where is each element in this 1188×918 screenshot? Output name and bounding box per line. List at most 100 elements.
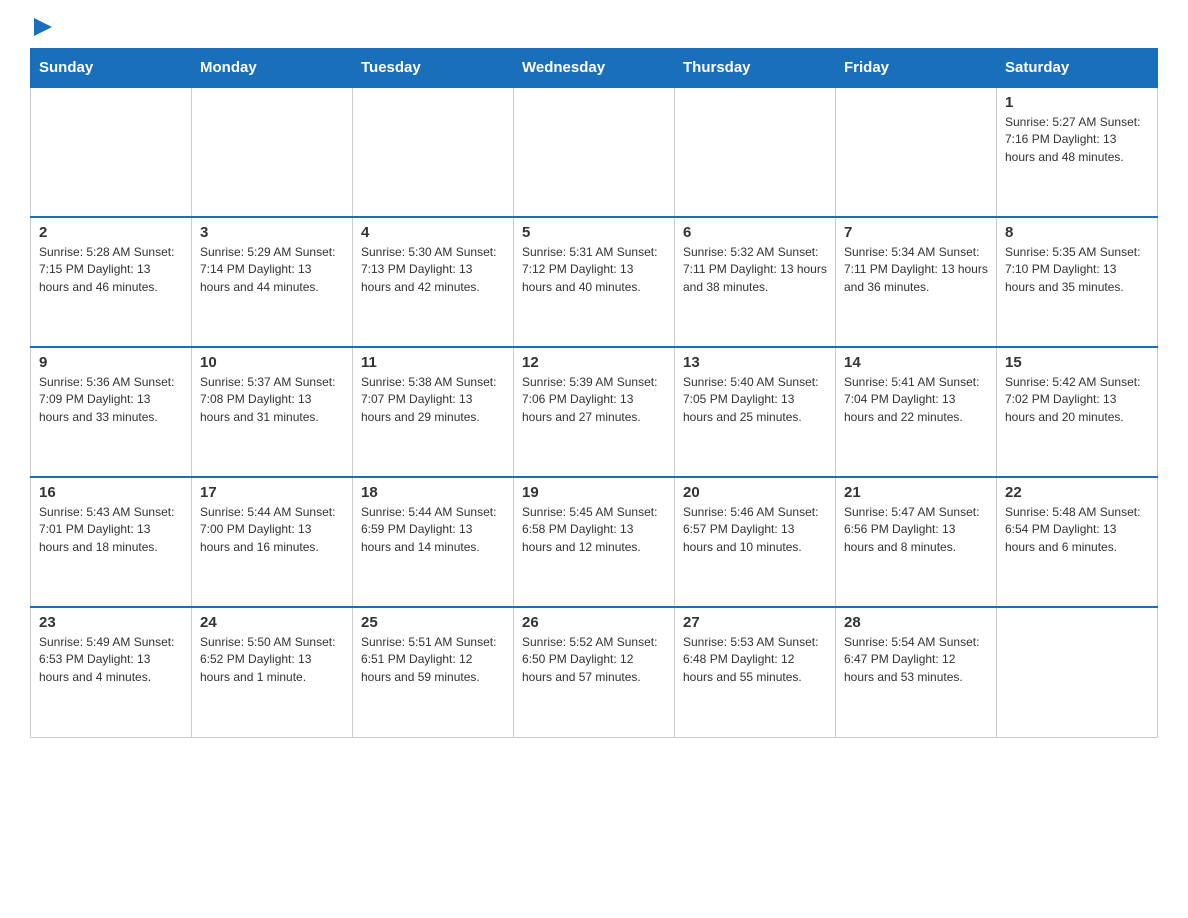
day-number: 16 [39, 484, 183, 501]
day-number: 23 [39, 614, 183, 631]
calendar-cell: 1 Sunrise: 5:27 AM Sunset: 7:16 PM Daylig… [997, 87, 1158, 217]
day-number: 1 [1005, 94, 1149, 111]
calendar-cell: 27 Sunrise: 5:53 AM Sunset: 6:48 PM Dayli… [675, 607, 836, 737]
day-number: 22 [1005, 484, 1149, 501]
day-number: 14 [844, 354, 988, 371]
day-info: Sunrise: 5:39 AM Sunset: 7:06 PM Dayligh… [522, 374, 666, 426]
day-number: 6 [683, 224, 827, 241]
calendar-cell: 6 Sunrise: 5:32 AM Sunset: 7:11 PM Daylig… [675, 217, 836, 347]
calendar-week-2: 2 Sunrise: 5:28 AM Sunset: 7:15 PM Daylig… [31, 217, 1158, 347]
day-info: Sunrise: 5:36 AM Sunset: 7:09 PM Dayligh… [39, 374, 183, 426]
day-number: 5 [522, 224, 666, 241]
calendar-week-4: 16 Sunrise: 5:43 AM Sunset: 7:01 PM Dayli… [31, 477, 1158, 607]
weekday-header-tuesday: Tuesday [353, 49, 514, 88]
day-number: 26 [522, 614, 666, 631]
day-info: Sunrise: 5:31 AM Sunset: 7:12 PM Dayligh… [522, 244, 666, 296]
calendar-cell: 12 Sunrise: 5:39 AM Sunset: 7:06 PM Dayli… [514, 347, 675, 477]
weekday-header-friday: Friday [836, 49, 997, 88]
day-number: 28 [844, 614, 988, 631]
day-number: 10 [200, 354, 344, 371]
day-info: Sunrise: 5:52 AM Sunset: 6:50 PM Dayligh… [522, 634, 666, 686]
day-number: 27 [683, 614, 827, 631]
calendar-cell: 21 Sunrise: 5:47 AM Sunset: 6:56 PM Dayli… [836, 477, 997, 607]
calendar-week-1: 1 Sunrise: 5:27 AM Sunset: 7:16 PM Daylig… [31, 87, 1158, 217]
day-number: 9 [39, 354, 183, 371]
day-info: Sunrise: 5:35 AM Sunset: 7:10 PM Dayligh… [1005, 244, 1149, 296]
day-number: 7 [844, 224, 988, 241]
logo-triangle-icon [34, 18, 52, 36]
day-number: 21 [844, 484, 988, 501]
day-info: Sunrise: 5:30 AM Sunset: 7:13 PM Dayligh… [361, 244, 505, 296]
weekday-header-wednesday: Wednesday [514, 49, 675, 88]
day-info: Sunrise: 5:49 AM Sunset: 6:53 PM Dayligh… [39, 634, 183, 686]
day-number: 13 [683, 354, 827, 371]
calendar-cell [192, 87, 353, 217]
calendar-cell: 9 Sunrise: 5:36 AM Sunset: 7:09 PM Daylig… [31, 347, 192, 477]
calendar-cell: 3 Sunrise: 5:29 AM Sunset: 7:14 PM Daylig… [192, 217, 353, 347]
day-number: 11 [361, 354, 505, 371]
day-info: Sunrise: 5:32 AM Sunset: 7:11 PM Dayligh… [683, 244, 827, 296]
calendar-cell: 17 Sunrise: 5:44 AM Sunset: 7:00 PM Dayli… [192, 477, 353, 607]
day-info: Sunrise: 5:41 AM Sunset: 7:04 PM Dayligh… [844, 374, 988, 426]
day-number: 8 [1005, 224, 1149, 241]
calendar-cell: 15 Sunrise: 5:42 AM Sunset: 7:02 PM Dayli… [997, 347, 1158, 477]
calendar-cell: 8 Sunrise: 5:35 AM Sunset: 7:10 PM Daylig… [997, 217, 1158, 347]
calendar-cell: 23 Sunrise: 5:49 AM Sunset: 6:53 PM Dayli… [31, 607, 192, 737]
page-header [30, 20, 1158, 38]
weekday-header-row: SundayMondayTuesdayWednesdayThursdayFrid… [31, 49, 1158, 88]
calendar-cell: 18Sunrise: 5:44 AM Sunset: 6:59 PM Dayli… [353, 477, 514, 607]
day-info: Sunrise: 5:50 AM Sunset: 6:52 PM Dayligh… [200, 634, 344, 686]
calendar-cell: 25 Sunrise: 5:51 AM Sunset: 6:51 PM Dayli… [353, 607, 514, 737]
day-number: 19 [522, 484, 666, 501]
day-info: Sunrise: 5:54 AM Sunset: 6:47 PM Dayligh… [844, 634, 988, 686]
calendar-cell: 19 Sunrise: 5:45 AM Sunset: 6:58 PM Dayli… [514, 477, 675, 607]
day-info: Sunrise: 5:46 AM Sunset: 6:57 PM Dayligh… [683, 504, 827, 556]
day-info: Sunrise: 5:34 AM Sunset: 7:11 PM Dayligh… [844, 244, 988, 296]
day-info: Sunrise: 5:37 AM Sunset: 7:08 PM Dayligh… [200, 374, 344, 426]
calendar-cell: 4 Sunrise: 5:30 AM Sunset: 7:13 PM Daylig… [353, 217, 514, 347]
weekday-header-thursday: Thursday [675, 49, 836, 88]
day-number: 15 [1005, 354, 1149, 371]
weekday-header-monday: Monday [192, 49, 353, 88]
calendar-table: SundayMondayTuesdayWednesdayThursdayFrid… [30, 48, 1158, 738]
calendar-cell [31, 87, 192, 217]
day-info: Sunrise: 5:29 AM Sunset: 7:14 PM Dayligh… [200, 244, 344, 296]
day-info: Sunrise: 5:44 AM Sunset: 6:59 PM Dayligh… [361, 504, 505, 556]
day-info: Sunrise: 5:45 AM Sunset: 6:58 PM Dayligh… [522, 504, 666, 556]
calendar-cell: 24 Sunrise: 5:50 AM Sunset: 6:52 PM Dayli… [192, 607, 353, 737]
calendar-cell [675, 87, 836, 217]
calendar-week-3: 9 Sunrise: 5:36 AM Sunset: 7:09 PM Daylig… [31, 347, 1158, 477]
day-info: Sunrise: 5:27 AM Sunset: 7:16 PM Dayligh… [1005, 114, 1149, 166]
calendar-cell: 13 Sunrise: 5:40 AM Sunset: 7:05 PM Dayli… [675, 347, 836, 477]
calendar-cell: 22 Sunrise: 5:48 AM Sunset: 6:54 PM Dayli… [997, 477, 1158, 607]
day-number: 3 [200, 224, 344, 241]
calendar-cell [997, 607, 1158, 737]
calendar-cell: 10 Sunrise: 5:37 AM Sunset: 7:08 PM Dayli… [192, 347, 353, 477]
day-number: 24 [200, 614, 344, 631]
day-info: Sunrise: 5:48 AM Sunset: 6:54 PM Dayligh… [1005, 504, 1149, 556]
day-info: Sunrise: 5:43 AM Sunset: 7:01 PM Dayligh… [39, 504, 183, 556]
calendar-cell: 7 Sunrise: 5:34 AM Sunset: 7:11 PM Daylig… [836, 217, 997, 347]
calendar-cell: 14 Sunrise: 5:41 AM Sunset: 7:04 PM Dayli… [836, 347, 997, 477]
day-info: Sunrise: 5:47 AM Sunset: 6:56 PM Dayligh… [844, 504, 988, 556]
weekday-header-saturday: Saturday [997, 49, 1158, 88]
calendar-cell: 20Sunrise: 5:46 AM Sunset: 6:57 PM Dayli… [675, 477, 836, 607]
calendar-week-5: 23 Sunrise: 5:49 AM Sunset: 6:53 PM Dayli… [31, 607, 1158, 737]
day-info: Sunrise: 5:42 AM Sunset: 7:02 PM Dayligh… [1005, 374, 1149, 426]
day-number: 2 [39, 224, 183, 241]
calendar-cell [514, 87, 675, 217]
day-info: Sunrise: 5:51 AM Sunset: 6:51 PM Dayligh… [361, 634, 505, 686]
calendar-cell: 16 Sunrise: 5:43 AM Sunset: 7:01 PM Dayli… [31, 477, 192, 607]
day-number: 25 [361, 614, 505, 631]
calendar-cell: 28 Sunrise: 5:54 AM Sunset: 6:47 PM Dayli… [836, 607, 997, 737]
day-info: Sunrise: 5:28 AM Sunset: 7:15 PM Dayligh… [39, 244, 183, 296]
day-info: Sunrise: 5:53 AM Sunset: 6:48 PM Dayligh… [683, 634, 827, 686]
day-number: 4 [361, 224, 505, 241]
day-info: Sunrise: 5:44 AM Sunset: 7:00 PM Dayligh… [200, 504, 344, 556]
day-number: 17 [200, 484, 344, 501]
day-info: Sunrise: 5:38 AM Sunset: 7:07 PM Dayligh… [361, 374, 505, 426]
calendar-cell [353, 87, 514, 217]
day-number: 12 [522, 354, 666, 371]
calendar-cell: 11 Sunrise: 5:38 AM Sunset: 7:07 PM Dayli… [353, 347, 514, 477]
day-info: Sunrise: 5:40 AM Sunset: 7:05 PM Dayligh… [683, 374, 827, 426]
